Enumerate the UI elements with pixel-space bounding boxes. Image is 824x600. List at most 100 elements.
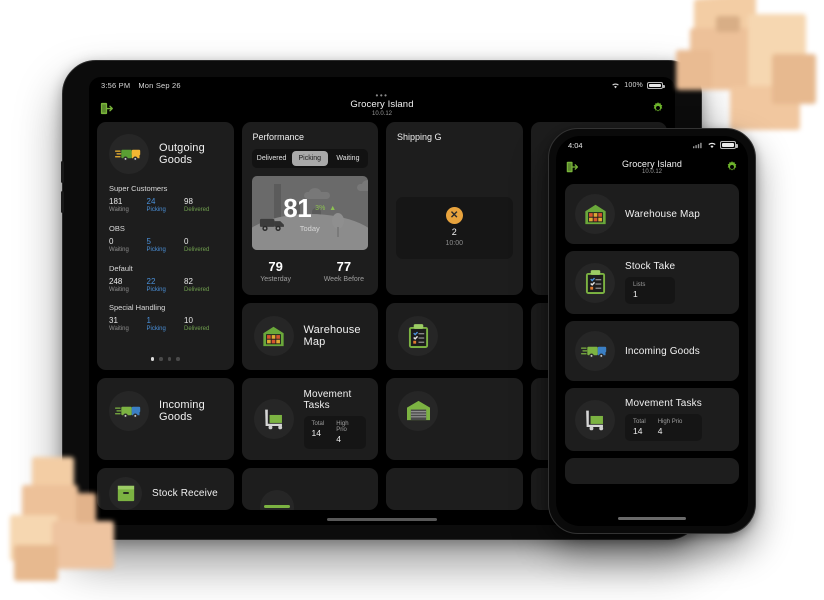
tablet-volume-up-button[interactable]: [61, 161, 64, 183]
cloud-icon: [356, 180, 368, 191]
tablet-battery-percent: 100%: [624, 82, 643, 89]
avatar: [575, 331, 615, 371]
stat-picking: 5 Picking: [147, 237, 185, 255]
incoming-goods-header: Incoming Goods: [97, 378, 234, 444]
phone-card-warehouse-map[interactable]: Warehouse Map: [565, 184, 739, 244]
stat-delivered: 10 Delivered: [184, 316, 222, 334]
card-title: Incoming Goods: [625, 345, 700, 357]
stat-group-name: OBS: [109, 223, 125, 233]
stat-label: High Prio: [657, 419, 683, 425]
wifi-icon: [708, 142, 716, 149]
pager-dot[interactable]: [150, 357, 155, 361]
tab-picking[interactable]: Picking: [291, 151, 328, 166]
phone-card-incoming-goods[interactable]: Incoming Goods: [565, 321, 739, 381]
delivery-truck-icon: [115, 149, 141, 162]
battery-icon: [647, 81, 665, 90]
stat-group-name: Default: [109, 263, 133, 273]
performance-yesterday-label: Yesterday: [260, 276, 292, 283]
stat-value: 0: [184, 236, 189, 246]
stat-value: 4: [657, 426, 663, 436]
stat-value: 181: [109, 197, 123, 206]
stat-group-name: Special Handling: [109, 303, 166, 313]
phone-nav-bar: Grocery Island 10.0.12: [556, 154, 748, 180]
stat-waiting: 0 Waiting: [109, 237, 147, 255]
stat-high-prio: High Prio 4: [336, 421, 358, 444]
card-dock-tile[interactable]: [386, 377, 523, 460]
stat-lists: Lists 1: [633, 282, 645, 299]
pager-dot[interactable]: [176, 357, 180, 361]
outgoing-goods-stats: Super Customers 181 Waiting 24 Picking 9…: [97, 184, 234, 357]
performance-hero: 81 3% ▲ Today: [251, 176, 369, 250]
phone-card-movement-tasks[interactable]: Movement Tasks Total 14 High Prio 4: [565, 388, 739, 451]
x-circle-icon: ✕: [445, 207, 463, 224]
performance-tabs[interactable]: Delivered Picking Waiting: [251, 149, 368, 168]
tab-delivered[interactable]: Delivered: [254, 151, 290, 166]
stat-label: Delivered: [184, 246, 210, 253]
card-performance[interactable]: Performance Delivered Picking Waiting 81…: [241, 122, 379, 296]
phone-clock: 4:04: [568, 140, 583, 150]
pager-dot[interactable]: [167, 357, 172, 361]
phone-home-indicator[interactable]: [618, 517, 686, 520]
exit-door-icon[interactable]: [99, 101, 114, 116]
phone-card-list: Warehouse Map Stock Take Lists 1 Incomin…: [556, 180, 748, 484]
card-title: Warehouse Map: [625, 208, 700, 220]
stat-label: Delivered: [184, 326, 210, 333]
performance-footer: 79 Yesterday 77 Week Before: [242, 250, 379, 295]
phone-device: 4:04 Grocery Island 10.0.12 Warehouse Ma…: [548, 128, 756, 534]
tablet-volume-down-button[interactable]: [61, 191, 64, 213]
stat-value: 98: [184, 197, 193, 206]
stat-group: OBS 0 Waiting 5 Picking 0 Delivered: [109, 224, 222, 255]
card-outgoing-goods[interactable]: Outgoing Goods Super Customers 181 Waiti…: [97, 122, 234, 370]
performance-title: Performance: [252, 132, 305, 142]
stat-label: Waiting: [109, 326, 129, 333]
phone-card-stock-take[interactable]: Stock Take Lists 1: [565, 251, 739, 314]
card-shipping-gates[interactable]: Shipping G ✕ 2 10:00: [386, 122, 523, 296]
performance-week-before-value: 77: [336, 259, 352, 274]
card-title: Outgoing Goods: [159, 142, 205, 166]
card-incoming-goods[interactable]: Incoming Goods: [97, 377, 234, 460]
stat-label: Delivered: [184, 207, 210, 213]
stock-take-text: Stock Take Lists 1: [625, 261, 676, 304]
phone-card-partial[interactable]: [565, 458, 739, 484]
stat-picking: 22 Picking: [147, 277, 185, 295]
pallet-cart-icon: [264, 409, 282, 430]
stat-value: 31: [109, 316, 118, 326]
card-warehouse-map[interactable]: Warehouse Map: [241, 303, 378, 370]
avatar: [398, 316, 438, 357]
gear-icon[interactable]: [651, 101, 665, 115]
stat-total: Total 14: [633, 419, 658, 436]
tablet-title-block: ••• Grocery Island 10.0.12: [89, 91, 675, 117]
stat-group: Default 248 Waiting 22 Picking 82 Delive…: [109, 264, 222, 295]
tablet-overflow-dots[interactable]: •••: [89, 91, 675, 100]
stat-label: Picking: [146, 207, 166, 213]
avatar: [109, 134, 149, 174]
performance-today-value-row: 81 3% ▲: [252, 193, 369, 224]
incoming-truck-icon: [115, 406, 141, 418]
stat-label: Picking: [146, 286, 166, 293]
outgoing-goods-pager[interactable]: [97, 357, 234, 370]
battery-icon: [720, 141, 738, 149]
tab-waiting[interactable]: Waiting: [330, 151, 366, 166]
stat-total: Total 14: [312, 421, 337, 444]
card-bottom-partial[interactable]: [241, 467, 378, 510]
stat-delivered: 82 Delivered: [184, 277, 222, 295]
card-stock-take-tile[interactable]: [386, 303, 523, 370]
stat-label: Waiting: [109, 207, 129, 213]
card-movement-tasks[interactable]: Movement Tasks Total 14 High Prio 4: [241, 377, 378, 460]
performance-today-value: 81: [283, 193, 312, 223]
stat-waiting: 248 Waiting: [109, 277, 147, 295]
stat-label: Total: [633, 419, 646, 425]
stat-value: 248: [109, 276, 123, 286]
stat-value: 1: [633, 289, 638, 299]
scene: 3:56 PM Mon Sep 26 100% ••• Grocery Isla…: [0, 0, 824, 600]
clipboard-check-icon: [408, 323, 428, 348]
cardboard-boxes-bottom-left: [10, 455, 170, 595]
tablet-home-indicator[interactable]: [327, 518, 437, 521]
warehouse-map-icon: [263, 327, 284, 347]
movement-tasks-text: Movement Tasks Total 14 High Prio 4: [625, 398, 702, 441]
stat-value: 0: [109, 236, 114, 246]
pager-dot[interactable]: [159, 357, 163, 361]
pallet-cart-icon: [586, 410, 604, 431]
card-hidden-bottom-3[interactable]: [386, 467, 523, 510]
stat-value: 24: [146, 197, 156, 206]
